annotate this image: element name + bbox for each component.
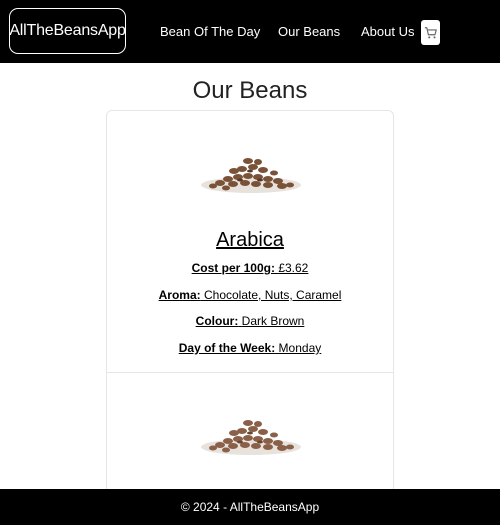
coffee-beans-image xyxy=(201,158,301,193)
day-label: Day of the Week: xyxy=(178,341,276,355)
nav-link-our-beans[interactable]: Our Beans xyxy=(278,24,340,39)
bean-day: Day of the Week: Monday xyxy=(107,341,393,355)
card-divider xyxy=(107,372,393,373)
navbar: AllTheBeansApp Bean Of The Day Our Beans… xyxy=(0,0,500,63)
beans-card: Arabica Cost per 100g: £3.62 Aroma: Choc… xyxy=(106,110,394,510)
cost-label: Cost per 100g: xyxy=(191,261,275,275)
footer-text: © 2024 - AllTheBeansApp xyxy=(180,500,320,514)
coffee-beans-image xyxy=(201,420,301,455)
day-value: Monday xyxy=(278,341,322,355)
footer: © 2024 - AllTheBeansApp xyxy=(0,489,500,525)
bean-aroma: Aroma: Chocolate, Nuts, Caramel xyxy=(107,288,393,302)
bean-colour: Colour: Dark Brown xyxy=(107,314,393,328)
aroma-value: Chocolate, Nuts, Caramel xyxy=(203,288,342,302)
nav-link-bean-of-the-day[interactable]: Bean Of The Day xyxy=(160,24,260,39)
cost-value: £3.62 xyxy=(278,261,309,275)
bean-cost: Cost per 100g: £3.62 xyxy=(107,261,393,275)
nav-link-about-us[interactable]: About Us xyxy=(361,24,414,39)
aroma-label: Aroma: xyxy=(158,288,201,302)
colour-label: Colour: xyxy=(195,314,239,328)
cart-button[interactable] xyxy=(421,20,440,45)
brand-link[interactable]: AllTheBeansApp xyxy=(9,8,126,54)
page-title: Our Beans xyxy=(192,77,308,104)
colour-value: Dark Brown xyxy=(241,314,305,328)
shopping-cart-icon xyxy=(424,26,437,38)
bean-name: Arabica xyxy=(216,229,284,251)
